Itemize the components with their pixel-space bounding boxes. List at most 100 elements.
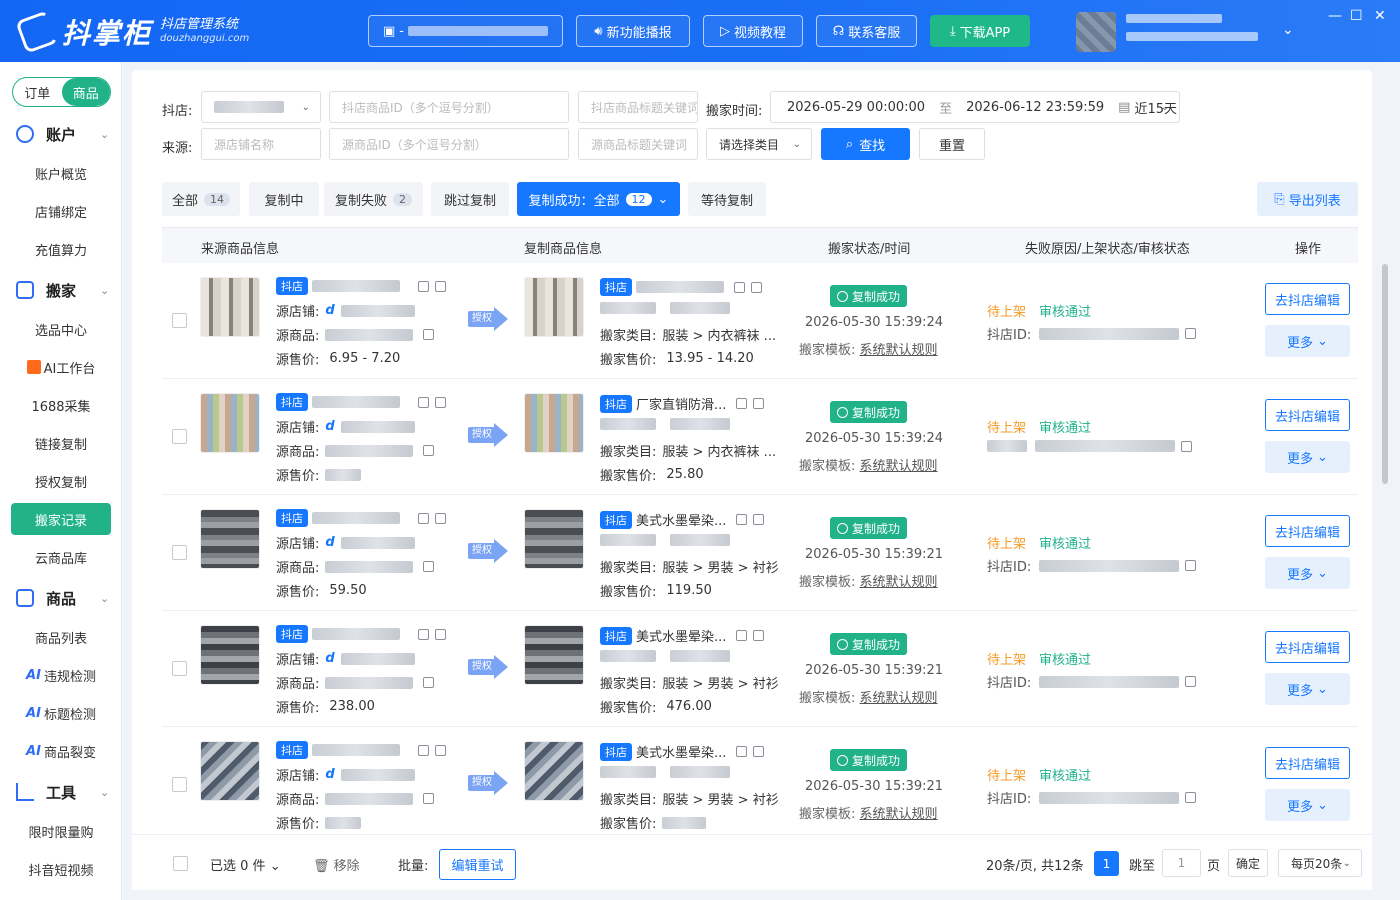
copy-icon[interactable] — [423, 677, 435, 688]
copy-icon[interactable] — [423, 793, 435, 804]
sidebar-item-shop-binding[interactable]: 店铺绑定 — [11, 195, 111, 227]
source-product-image[interactable] — [200, 393, 260, 453]
move-time-range-picker[interactable]: 2026-05-29 00:00:00 至 2026-06-12 23:59:5… — [770, 91, 1180, 123]
external-link-icon[interactable] — [435, 744, 446, 756]
sidebar-item-1688-collect[interactable]: 1688采集 — [11, 389, 111, 421]
copy-icon[interactable] — [423, 561, 435, 572]
segment-products[interactable]: 商品 — [61, 78, 110, 106]
sidebar-item-cloud-library[interactable]: 云商品库 — [11, 541, 111, 573]
copied-product-image[interactable] — [524, 509, 584, 569]
more-button[interactable]: 更多 ⌄ — [1265, 441, 1350, 473]
category-select[interactable]: 请选择类目 ⌄ — [706, 128, 812, 160]
source-product-id-input[interactable]: 源商品ID（多个逗号分割） — [329, 128, 569, 160]
row-checkbox[interactable] — [172, 545, 187, 560]
template-link[interactable]: 系统默认规则 — [860, 343, 938, 358]
tab-copy-failed[interactable]: 复制失败 2 — [324, 182, 423, 216]
external-link-icon[interactable] — [435, 280, 446, 292]
edit-in-shop-button[interactable]: 去抖店编辑 — [1265, 399, 1350, 431]
store-selector[interactable]: ▣ - — [368, 15, 563, 47]
sidebar-item-ai-workbench[interactable]: AI工作台 — [11, 351, 111, 383]
sidebar-group-tools[interactable]: 工具 ⌄ — [0, 779, 122, 805]
sidebar-item-selection-center[interactable]: 选品中心 — [11, 313, 111, 345]
external-link-icon[interactable] — [435, 628, 446, 640]
source-product-image[interactable] — [200, 509, 260, 569]
order-product-switch[interactable]: 订单 商品 — [12, 77, 111, 107]
sidebar-item-product-list[interactable]: 商品列表 — [11, 621, 111, 653]
sidebar-item-product-fission[interactable]: AI 商品裂变 — [11, 735, 111, 767]
source-product-image[interactable] — [200, 277, 260, 337]
copied-product-image[interactable] — [524, 741, 584, 801]
remove-button[interactable]: 🗑︎ 移除 — [313, 855, 360, 874]
copy-icon[interactable] — [736, 398, 748, 409]
source-product-image[interactable] — [200, 741, 260, 801]
copy-icon[interactable] — [418, 280, 429, 292]
row-checkbox[interactable] — [172, 313, 187, 328]
sidebar-item-link-copy[interactable]: 链接复制 — [11, 427, 111, 459]
copy-icon[interactable] — [423, 445, 435, 456]
tab-skipped[interactable]: 跳过复制 — [431, 182, 509, 216]
sidebar-item-violation-check[interactable]: AI 违规检测 — [11, 659, 111, 691]
edit-in-shop-button[interactable]: 去抖店编辑 — [1265, 631, 1350, 663]
copy-icon[interactable] — [734, 281, 745, 293]
tab-copy-success[interactable]: 复制成功：全部 12 ⌄ — [517, 182, 680, 216]
source-product-image[interactable] — [200, 625, 260, 685]
minimize-icon[interactable]: — — [1328, 8, 1342, 24]
page-jump-input[interactable]: 1 — [1162, 849, 1201, 877]
source-product-title-input[interactable]: 源商品标题关键词 — [578, 128, 698, 160]
external-link-icon[interactable] — [753, 514, 765, 525]
template-link[interactable]: 系统默认规则 — [860, 575, 938, 590]
edit-in-shop-button[interactable]: 去抖店编辑 — [1265, 747, 1350, 779]
shop-product-id-input[interactable]: 抖店商品ID（多个逗号分割） — [329, 91, 569, 123]
close-icon[interactable]: ✕ — [1374, 8, 1386, 24]
source-shop-input[interactable]: 源店铺名称 — [201, 128, 321, 160]
vertical-scrollbar[interactable] — [1382, 264, 1388, 484]
copy-icon[interactable] — [1185, 560, 1197, 571]
select-all-checkbox[interactable] — [173, 856, 188, 871]
chevron-down-icon[interactable]: ⌄ — [1282, 22, 1294, 38]
page-1-button[interactable]: 1 — [1094, 851, 1119, 876]
video-tutorial-button[interactable]: ▷ 视频教程 — [703, 15, 803, 47]
download-app-button[interactable]: ⤓ 下载APP — [930, 15, 1030, 47]
row-checkbox[interactable] — [172, 661, 187, 676]
new-feature-button[interactable]: 🔊︎ 新功能播报 — [576, 15, 690, 47]
copy-icon[interactable] — [418, 396, 429, 408]
copied-product-image[interactable] — [524, 393, 584, 453]
copy-icon[interactable] — [1185, 792, 1197, 803]
external-link-icon[interactable] — [435, 396, 446, 408]
external-link-icon[interactable] — [753, 398, 765, 409]
more-button[interactable]: 更多 ⌄ — [1265, 673, 1350, 705]
copy-icon[interactable] — [418, 628, 429, 640]
copy-icon[interactable] — [736, 746, 748, 757]
copy-icon[interactable] — [423, 329, 435, 340]
copied-product-image[interactable] — [524, 625, 584, 685]
search-button[interactable]: ⌕ 查找 — [821, 128, 910, 160]
sidebar-item-auth-copy[interactable]: 授权复制 — [11, 465, 111, 497]
segment-orders[interactable]: 订单 — [13, 78, 62, 106]
sidebar-item-move-records[interactable]: 搬家记录 — [11, 503, 111, 535]
sidebar-item-short-video[interactable]: 抖音短视频 — [11, 853, 111, 885]
sidebar-item-flash-sale[interactable]: 限时限量购 — [11, 815, 111, 847]
external-link-icon[interactable] — [751, 281, 762, 293]
sidebar-group-move[interactable]: 搬家 ⌄ — [0, 277, 122, 303]
sidebar-group-account[interactable]: 账户 ⌄ — [0, 121, 122, 147]
tab-waiting[interactable]: 等待复制 — [688, 182, 766, 216]
copy-icon[interactable] — [736, 514, 748, 525]
reset-button[interactable]: 重置 — [919, 128, 985, 160]
jump-confirm-button[interactable]: 确定 — [1228, 849, 1268, 877]
user-avatar[interactable] — [1076, 12, 1116, 52]
shop-product-title-input[interactable]: 抖店商品标题关键词 — [578, 91, 698, 123]
row-checkbox[interactable] — [172, 777, 187, 792]
more-button[interactable]: 更多 ⌄ — [1265, 789, 1350, 821]
maximize-icon[interactable]: ☐ — [1350, 8, 1363, 24]
copy-icon[interactable] — [418, 744, 429, 756]
copy-icon[interactable] — [1185, 676, 1197, 687]
edit-in-shop-button[interactable]: 去抖店编辑 — [1265, 515, 1350, 547]
copied-product-image[interactable] — [524, 277, 584, 337]
edit-in-shop-button[interactable]: 去抖店编辑 — [1265, 283, 1350, 315]
row-checkbox[interactable] — [172, 429, 187, 444]
template-link[interactable]: 系统默认规则 — [860, 691, 938, 706]
page-size-select[interactable]: 每页20条 ⌄ — [1278, 849, 1362, 877]
copy-icon[interactable] — [1181, 440, 1192, 452]
external-link-icon[interactable] — [753, 630, 765, 641]
contact-service-button[interactable]: ☊ 联系客服 — [816, 15, 917, 47]
